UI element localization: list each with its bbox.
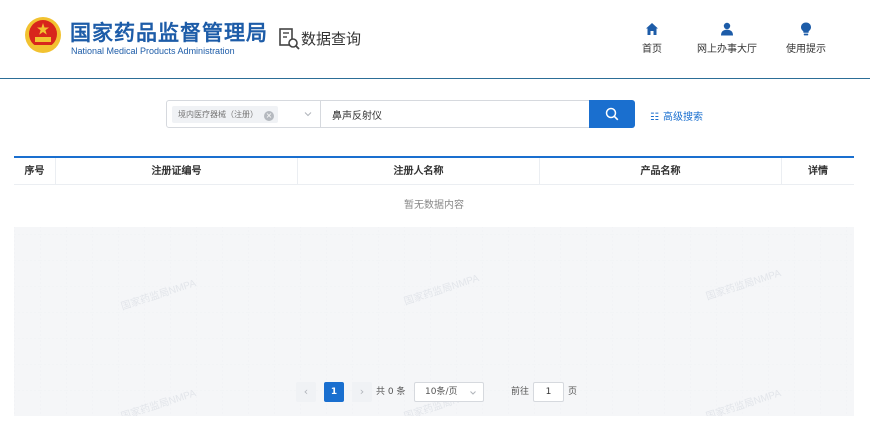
data-query-icon (279, 28, 300, 50)
user-icon (721, 22, 733, 36)
goto-prefix: 前往 (511, 387, 530, 397)
page-size-select[interactable]: 10条/页 (414, 382, 484, 402)
search-button[interactable] (589, 100, 635, 128)
chevron-down-icon (470, 391, 476, 395)
brand-name-en: National Medical Products Administration (71, 46, 235, 56)
column-header-registration-number: 注册证编号 (56, 158, 298, 185)
total-count: 共 0 条 (376, 387, 406, 397)
advanced-search-label: 高级搜索 (662, 112, 703, 123)
nav-usage-tips-label: 使用提示 (786, 44, 826, 55)
goto-suffix: 页 (568, 387, 578, 397)
column-header-product-name: 产品名称 (540, 158, 782, 185)
results-table: 序号 注册证编号 注册人名称 产品名称 详情 暂无数据内容 (14, 156, 854, 227)
search-bar: 境内医疗器械（注册） × (166, 100, 635, 128)
search-icon (605, 107, 619, 121)
empty-state-text: 暂无数据内容 (14, 185, 854, 227)
nav-home-label: 首页 (642, 44, 662, 55)
lightbulb-icon (801, 22, 811, 36)
brand-name-cn: 国家药品监督管理局 (70, 21, 268, 45)
page-title: 数据查询 (301, 30, 362, 48)
results-panel: 国家药监局NMPA 国家药监局NMPA 国家药监局NMPA 国家药监局NMPA … (14, 156, 854, 416)
tag-close-icon[interactable]: × (264, 111, 274, 121)
prev-page-button[interactable]: ‹ (296, 382, 316, 402)
page-size-value: 10条/页 (425, 387, 458, 397)
advanced-search-link[interactable]: ☷ 高级搜索 (650, 108, 703, 123)
national-emblem-icon (25, 17, 61, 53)
search-input[interactable] (321, 100, 591, 128)
next-page-button[interactable]: › (352, 382, 372, 402)
chevron-down-icon (304, 112, 312, 117)
filter-icon: ☷ (650, 112, 659, 123)
category-select[interactable]: 境内医疗器械（注册） × (166, 100, 321, 128)
column-header-registrant-name: 注册人名称 (298, 158, 540, 185)
header: 国家药品监督管理局 National Medical Products Admi… (0, 0, 870, 79)
nav-usage-tips[interactable]: 使用提示 (786, 22, 826, 55)
nav-online-service-hall[interactable]: 网上办事大厅 (697, 22, 757, 55)
column-header-details: 详情 (808, 166, 828, 177)
page-number-current[interactable]: 1 (324, 382, 344, 402)
table-header: 序号 注册证编号 注册人名称 产品名称 详情 (14, 158, 854, 185)
nav-home[interactable]: 首页 (642, 22, 662, 55)
column-header-index: 序号 (14, 158, 56, 185)
category-tag: 境内医疗器械（注册） × (172, 106, 278, 123)
category-tag-label: 境内医疗器械（注册） (178, 110, 258, 119)
nav-online-service-hall-label: 网上办事大厅 (697, 44, 757, 55)
goto-page-input[interactable] (533, 382, 564, 402)
home-icon (646, 23, 658, 35)
